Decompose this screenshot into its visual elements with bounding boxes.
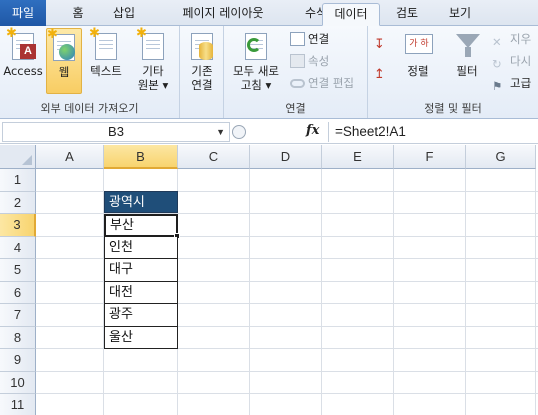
gridline: [249, 169, 250, 415]
from-web-label: 웹: [58, 65, 70, 79]
refresh-all-label-1: 모두 새로: [233, 64, 279, 78]
from-other-sources-button[interactable]: ✱ 기타 원본 ▾: [130, 27, 176, 96]
existing-label-2: 연결: [191, 78, 213, 92]
ribbon-data: ✱ A Access ✱ 웹 ✱ 텍스트 ✱ 기타 원본 ▾ 외부 데이터 가져…: [0, 26, 538, 119]
from-access-button[interactable]: ✱ A Access: [2, 27, 44, 96]
refresh-all-label-2: 고침 ▾: [240, 78, 272, 92]
edit-links-button[interactable]: 연결 편집: [290, 74, 354, 92]
reapply-icon: ↻: [492, 57, 502, 71]
formula-buttons: fx: [232, 122, 326, 142]
refresh-icon: [241, 30, 271, 62]
tab-insert[interactable]: 삽입: [104, 3, 144, 26]
clear-filter-icon: ✕: [492, 35, 502, 49]
insert-function-icon[interactable]: fx: [306, 123, 319, 138]
group-existing-connections: 기존 연결: [180, 26, 224, 118]
formula-bar: B3 ▼ fx =Sheet2!A1: [0, 120, 538, 144]
funnel-icon: [452, 30, 482, 62]
existing-label-1: 기존: [191, 64, 213, 78]
column-header-d[interactable]: D: [250, 145, 322, 169]
other-sources-label-1: 기타: [142, 64, 164, 78]
row-header-3[interactable]: 3: [0, 214, 36, 237]
cell-b7[interactable]: 광주: [104, 304, 178, 327]
group-sort-filter: ↧ ↥ 가 하 정렬 필터 ✕ 지우 ↻ 다시 ⚑ 고급 정렬 및 필터: [368, 26, 538, 118]
gridline: [535, 169, 536, 415]
row-header-11[interactable]: 11: [0, 394, 36, 415]
tab-page-layout[interactable]: 페이지 레이아웃: [158, 3, 288, 26]
row-header-7[interactable]: 7: [0, 304, 36, 327]
column-header-c[interactable]: C: [178, 145, 250, 169]
tab-home[interactable]: 홈: [60, 3, 96, 26]
formula-input[interactable]: =Sheet2!A1: [328, 122, 536, 142]
column-header-a[interactable]: A: [36, 145, 104, 169]
other-sources-label-2: 원본 ▾: [137, 78, 169, 92]
row-header-5[interactable]: 5: [0, 259, 36, 282]
cell-b3[interactable]: 부산: [104, 214, 178, 237]
from-web-button[interactable]: ✱ 웹: [46, 28, 82, 94]
refresh-all-button[interactable]: 모두 새로 고침 ▾: [228, 28, 284, 96]
from-access-label: Access: [3, 64, 43, 78]
other-sources-icon: ✱: [136, 27, 168, 62]
filter-button[interactable]: 필터: [448, 28, 486, 96]
sort-button[interactable]: 가 하 정렬: [400, 28, 436, 96]
sort-za-icon[interactable]: ↥: [374, 66, 385, 84]
from-text-button[interactable]: ✱ 텍스트: [84, 27, 128, 96]
formula-resize-handle-icon[interactable]: [232, 125, 246, 139]
cell-b4[interactable]: 인천: [104, 236, 178, 259]
group-get-external-data: ✱ A Access ✱ 웹 ✱ 텍스트 ✱ 기타 원본 ▾ 외부 데이터 가져…: [0, 26, 180, 118]
access-icon: ✱ A: [6, 27, 38, 62]
column-header-f[interactable]: F: [394, 145, 466, 169]
properties-button[interactable]: 속성: [290, 52, 329, 70]
row-header-9[interactable]: 9: [0, 349, 36, 372]
name-box[interactable]: B3 ▼: [2, 122, 230, 142]
database-icon: [187, 30, 217, 62]
tab-review[interactable]: 검토: [388, 3, 426, 26]
row-header-4[interactable]: 4: [0, 236, 36, 259]
gridline: [465, 169, 466, 415]
worksheet-grid[interactable]: ABCDEFG 1 2 3 4 5 6 7 8 9 10 11 광역시 부산 인천 대구 대전 광주 울산: [0, 145, 538, 415]
advanced-filter-button[interactable]: ⚑ 고급: [492, 74, 531, 93]
properties-icon: [290, 54, 305, 68]
column-header-g[interactable]: G: [466, 145, 536, 169]
group-label-connections: 연결: [285, 102, 306, 115]
existing-connections-button[interactable]: 기존 연결: [182, 28, 222, 96]
web-globe-icon: ✱: [47, 28, 79, 63]
select-all-corner[interactable]: [0, 145, 36, 169]
row-header-10[interactable]: 10: [0, 371, 36, 394]
name-box-value: B3: [108, 124, 124, 139]
cell-b5[interactable]: 대구: [104, 259, 178, 282]
gridline: [393, 169, 394, 415]
gridline: [321, 169, 322, 415]
group-label-external: 외부 데이터 가져오기: [40, 102, 139, 115]
column-header-b[interactable]: B: [104, 145, 178, 169]
group-label-sort-filter: 정렬 및 필터: [424, 102, 482, 115]
cell-b8[interactable]: 울산: [104, 326, 178, 349]
row-header-1[interactable]: 1: [0, 169, 36, 192]
connections-icon: [290, 32, 305, 46]
connections-button[interactable]: 연결: [290, 30, 329, 48]
tab-data[interactable]: 데이터: [322, 3, 380, 26]
filter-label: 필터: [456, 64, 478, 78]
text-file-icon: ✱: [89, 27, 121, 62]
sort-dialog-icon: 가 하: [403, 30, 433, 62]
group-connections: 모두 새로 고침 ▾ 연결 속성 연결 편집 연결: [224, 26, 368, 118]
sort-az-icon[interactable]: ↧: [374, 36, 385, 54]
column-header-e[interactable]: E: [322, 145, 394, 169]
chevron-down-icon[interactable]: ▼: [216, 123, 225, 141]
cell-b2-header[interactable]: 광역시: [104, 191, 178, 213]
cell-b6[interactable]: 대전: [104, 281, 178, 304]
tab-view[interactable]: 보기: [440, 3, 480, 26]
gridline: [36, 393, 538, 394]
row-header-2[interactable]: 2: [0, 191, 36, 214]
reapply-button[interactable]: ↻ 다시: [492, 52, 531, 71]
from-text-label: 텍스트: [90, 64, 122, 78]
clear-filter-button[interactable]: ✕ 지우: [492, 30, 531, 49]
row-header-8[interactable]: 8: [0, 326, 36, 349]
gridline: [36, 370, 538, 372]
ribbon-tab-bar: 파일 홈 삽입 페이지 레이아웃 수식 데이터 검토 보기: [0, 0, 538, 26]
tab-file[interactable]: 파일: [0, 0, 46, 26]
row-header-6[interactable]: 6: [0, 281, 36, 304]
advanced-filter-icon: ⚑: [492, 79, 503, 93]
chain-link-icon: [290, 79, 305, 88]
sort-label: 정렬: [407, 64, 429, 78]
